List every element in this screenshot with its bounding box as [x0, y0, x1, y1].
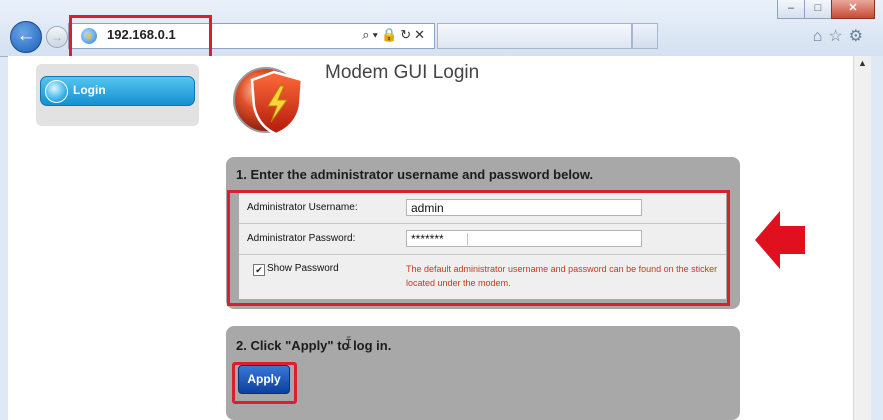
- scroll-up-arrow-icon[interactable]: ▲: [858, 58, 867, 68]
- forward-button[interactable]: →: [46, 26, 68, 48]
- step2-heading: 2. Click "Apply" to log in.: [236, 338, 392, 353]
- home-icon[interactable]: ⌂: [813, 28, 829, 45]
- apply-highlight-box: [232, 362, 297, 404]
- settings-gear-icon[interactable]: ⚙: [849, 28, 869, 45]
- window-controls: – □ ✕: [777, 0, 875, 19]
- sidebar-item-label: Login: [73, 83, 106, 97]
- new-tab-button[interactable]: [632, 23, 658, 49]
- form-highlight-box: [227, 190, 730, 306]
- security-shield-logo-icon: [233, 67, 304, 136]
- toolbar-icons: ⌂☆⚙: [813, 26, 869, 46]
- minimize-button[interactable]: –: [777, 0, 805, 19]
- address-bar-tools[interactable]: ⌕▾🔒↻✕: [362, 27, 428, 43]
- url-highlight-box: [69, 15, 212, 59]
- text-cursor-icon: Ī: [345, 337, 353, 351]
- step1-heading: 1. Enter the administrator username and …: [236, 167, 594, 182]
- forward-arrow-icon: →: [51, 30, 63, 44]
- sidebar-item-login[interactable]: Login: [40, 76, 195, 106]
- close-window-button[interactable]: ✕: [831, 0, 875, 19]
- back-arrow-icon: ←: [16, 25, 36, 46]
- favorites-star-icon[interactable]: ☆: [828, 28, 848, 45]
- window-frame: [871, 56, 883, 420]
- back-button[interactable]: ←: [10, 21, 42, 53]
- globe-bullet-icon: [45, 80, 68, 103]
- maximize-button[interactable]: □: [804, 0, 832, 19]
- red-left-arrow-icon: [755, 211, 805, 269]
- vertical-scrollbar[interactable]: ▲: [853, 56, 872, 420]
- page-title: Modem GUI Login: [325, 62, 480, 83]
- browser-tab[interactable]: [437, 23, 632, 49]
- apply-panel: 2. Click "Apply" to log in. Apply: [226, 326, 740, 420]
- sidebar: Login: [36, 64, 199, 126]
